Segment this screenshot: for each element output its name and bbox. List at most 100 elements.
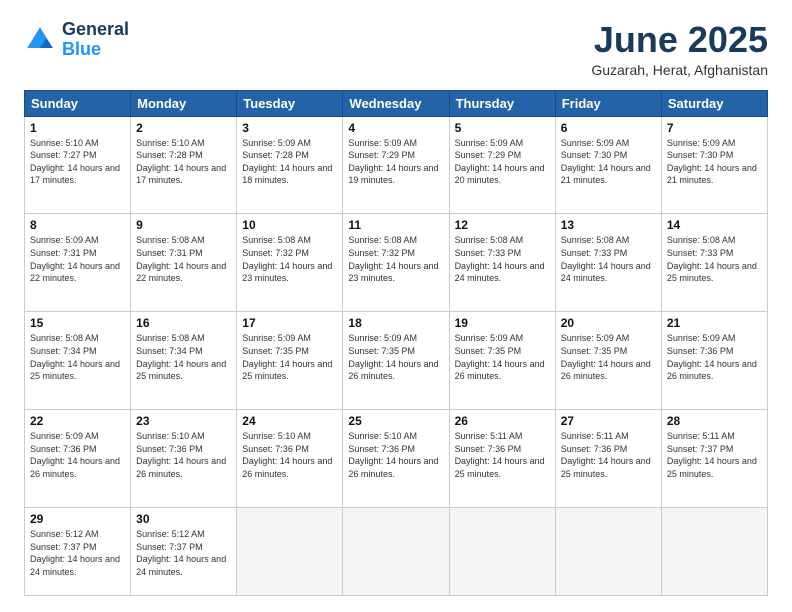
- calendar-cell: 11Sunrise: 5:08 AMSunset: 7:32 PMDayligh…: [343, 214, 449, 312]
- day-number: 24: [242, 414, 337, 428]
- day-info: Sunrise: 5:08 AMSunset: 7:33 PMDaylight:…: [667, 235, 757, 283]
- day-info: Sunrise: 5:09 AMSunset: 7:30 PMDaylight:…: [561, 138, 651, 186]
- day-info: Sunrise: 5:09 AMSunset: 7:31 PMDaylight:…: [30, 235, 120, 283]
- day-number: 20: [561, 316, 656, 330]
- calendar-cell: 8 Sunrise: 5:09 AMSunset: 7:31 PMDaylight…: [25, 214, 131, 312]
- calendar-cell: 18 Sunrise: 5:09 AMSunset: 7:35 PMDayligh…: [343, 312, 449, 410]
- day-number: 4: [348, 121, 443, 135]
- day-number: 30: [136, 512, 231, 526]
- calendar-cell: [237, 508, 343, 596]
- logo-text: General Blue: [62, 20, 129, 60]
- calendar-header-wednesday: Wednesday: [343, 90, 449, 116]
- day-number: 10: [242, 218, 337, 232]
- calendar-cell: [661, 508, 767, 596]
- day-info: Sunrise: 5:12 AMSunset: 7:37 PMDaylight:…: [136, 529, 226, 577]
- page: General Blue June 2025 Guzarah, Herat, A…: [0, 0, 792, 612]
- calendar-table: SundayMondayTuesdayWednesdayThursdayFrid…: [24, 90, 768, 596]
- day-number: 12: [455, 218, 550, 232]
- logo-line1: General: [62, 20, 129, 40]
- calendar-week-row-2: 8 Sunrise: 5:09 AMSunset: 7:31 PMDaylight…: [25, 214, 768, 312]
- day-info: Sunrise: 5:09 AMSunset: 7:28 PMDaylight:…: [242, 138, 332, 186]
- calendar-cell: 28 Sunrise: 5:11 AMSunset: 7:37 PMDayligh…: [661, 410, 767, 508]
- day-number: 9: [136, 218, 231, 232]
- day-info: Sunrise: 5:11 AMSunset: 7:36 PMDaylight:…: [455, 431, 545, 479]
- calendar-header-monday: Monday: [131, 90, 237, 116]
- calendar-week-row-1: 1Sunrise: 5:10 AMSunset: 7:27 PMDaylight…: [25, 116, 768, 214]
- day-number: 13: [561, 218, 656, 232]
- logo-icon: [24, 24, 56, 56]
- day-number: 21: [667, 316, 762, 330]
- day-number: 19: [455, 316, 550, 330]
- calendar-header-thursday: Thursday: [449, 90, 555, 116]
- day-number: 29: [30, 512, 125, 526]
- day-info: Sunrise: 5:09 AMSunset: 7:36 PMDaylight:…: [667, 333, 757, 381]
- day-number: 23: [136, 414, 231, 428]
- calendar-cell: 1Sunrise: 5:10 AMSunset: 7:27 PMDaylight…: [25, 116, 131, 214]
- header: General Blue June 2025 Guzarah, Herat, A…: [24, 20, 768, 78]
- calendar-cell: 29 Sunrise: 5:12 AMSunset: 7:37 PMDayligh…: [25, 508, 131, 596]
- day-number: 28: [667, 414, 762, 428]
- calendar-cell: 3 Sunrise: 5:09 AMSunset: 7:28 PMDaylight…: [237, 116, 343, 214]
- calendar-cell: 7 Sunrise: 5:09 AMSunset: 7:30 PMDaylight…: [661, 116, 767, 214]
- calendar-cell: 17 Sunrise: 5:09 AMSunset: 7:35 PMDayligh…: [237, 312, 343, 410]
- calendar-week-row-4: 22 Sunrise: 5:09 AMSunset: 7:36 PMDayligh…: [25, 410, 768, 508]
- location-subtitle: Guzarah, Herat, Afghanistan: [591, 62, 768, 78]
- day-number: 27: [561, 414, 656, 428]
- calendar-cell: 14 Sunrise: 5:08 AMSunset: 7:33 PMDayligh…: [661, 214, 767, 312]
- day-number: 25: [348, 414, 443, 428]
- day-number: 26: [455, 414, 550, 428]
- day-number: 11: [348, 218, 443, 232]
- day-number: 22: [30, 414, 125, 428]
- calendar-cell: 25 Sunrise: 5:10 AMSunset: 7:36 PMDayligh…: [343, 410, 449, 508]
- day-info: Sunrise: 5:09 AMSunset: 7:30 PMDaylight:…: [667, 138, 757, 186]
- day-number: 7: [667, 121, 762, 135]
- day-info: Sunrise: 5:11 AMSunset: 7:36 PMDaylight:…: [561, 431, 651, 479]
- calendar-cell: 13Sunrise: 5:08 AMSunset: 7:33 PMDayligh…: [555, 214, 661, 312]
- calendar-cell: 16Sunrise: 5:08 AMSunset: 7:34 PMDayligh…: [131, 312, 237, 410]
- calendar-header-sunday: Sunday: [25, 90, 131, 116]
- calendar-cell: [449, 508, 555, 596]
- calendar-cell: 20Sunrise: 5:09 AMSunset: 7:35 PMDayligh…: [555, 312, 661, 410]
- day-info: Sunrise: 5:08 AMSunset: 7:34 PMDaylight:…: [30, 333, 120, 381]
- calendar-cell: 4 Sunrise: 5:09 AMSunset: 7:29 PMDaylight…: [343, 116, 449, 214]
- day-info: Sunrise: 5:08 AMSunset: 7:32 PMDaylight:…: [242, 235, 332, 283]
- day-info: Sunrise: 5:08 AMSunset: 7:34 PMDaylight:…: [136, 333, 226, 381]
- calendar-cell: 6 Sunrise: 5:09 AMSunset: 7:30 PMDaylight…: [555, 116, 661, 214]
- day-info: Sunrise: 5:09 AMSunset: 7:29 PMDaylight:…: [455, 138, 545, 186]
- day-info: Sunrise: 5:08 AMSunset: 7:33 PMDaylight:…: [455, 235, 545, 283]
- day-info: Sunrise: 5:10 AMSunset: 7:27 PMDaylight:…: [30, 138, 120, 186]
- logo-line2: Blue: [62, 40, 129, 60]
- calendar-cell: 22 Sunrise: 5:09 AMSunset: 7:36 PMDayligh…: [25, 410, 131, 508]
- day-number: 17: [242, 316, 337, 330]
- day-number: 8: [30, 218, 125, 232]
- day-number: 6: [561, 121, 656, 135]
- calendar-header-row: SundayMondayTuesdayWednesdayThursdayFrid…: [25, 90, 768, 116]
- day-info: Sunrise: 5:09 AMSunset: 7:35 PMDaylight:…: [455, 333, 545, 381]
- day-info: Sunrise: 5:09 AMSunset: 7:36 PMDaylight:…: [30, 431, 120, 479]
- calendar-header-saturday: Saturday: [661, 90, 767, 116]
- month-title: June 2025: [591, 20, 768, 60]
- logo: General Blue: [24, 20, 129, 60]
- calendar-cell: 21 Sunrise: 5:09 AMSunset: 7:36 PMDayligh…: [661, 312, 767, 410]
- day-info: Sunrise: 5:09 AMSunset: 7:29 PMDaylight:…: [348, 138, 438, 186]
- day-info: Sunrise: 5:09 AMSunset: 7:35 PMDaylight:…: [242, 333, 332, 381]
- day-number: 18: [348, 316, 443, 330]
- calendar-week-row-5: 29 Sunrise: 5:12 AMSunset: 7:37 PMDayligh…: [25, 508, 768, 596]
- calendar-cell: 10 Sunrise: 5:08 AMSunset: 7:32 PMDayligh…: [237, 214, 343, 312]
- day-number: 14: [667, 218, 762, 232]
- day-number: 3: [242, 121, 337, 135]
- day-info: Sunrise: 5:12 AMSunset: 7:37 PMDaylight:…: [30, 529, 120, 577]
- calendar-cell: 19 Sunrise: 5:09 AMSunset: 7:35 PMDayligh…: [449, 312, 555, 410]
- calendar-cell: 9 Sunrise: 5:08 AMSunset: 7:31 PMDaylight…: [131, 214, 237, 312]
- day-info: Sunrise: 5:11 AMSunset: 7:37 PMDaylight:…: [667, 431, 757, 479]
- day-info: Sunrise: 5:10 AMSunset: 7:36 PMDaylight:…: [348, 431, 438, 479]
- day-info: Sunrise: 5:10 AMSunset: 7:36 PMDaylight:…: [136, 431, 226, 479]
- calendar-header-friday: Friday: [555, 90, 661, 116]
- day-info: Sunrise: 5:09 AMSunset: 7:35 PMDaylight:…: [348, 333, 438, 381]
- calendar-week-row-3: 15Sunrise: 5:08 AMSunset: 7:34 PMDayligh…: [25, 312, 768, 410]
- day-number: 5: [455, 121, 550, 135]
- calendar-cell: [343, 508, 449, 596]
- calendar-cell: 24Sunrise: 5:10 AMSunset: 7:36 PMDayligh…: [237, 410, 343, 508]
- day-info: Sunrise: 5:08 AMSunset: 7:31 PMDaylight:…: [136, 235, 226, 283]
- calendar-cell: 12 Sunrise: 5:08 AMSunset: 7:33 PMDayligh…: [449, 214, 555, 312]
